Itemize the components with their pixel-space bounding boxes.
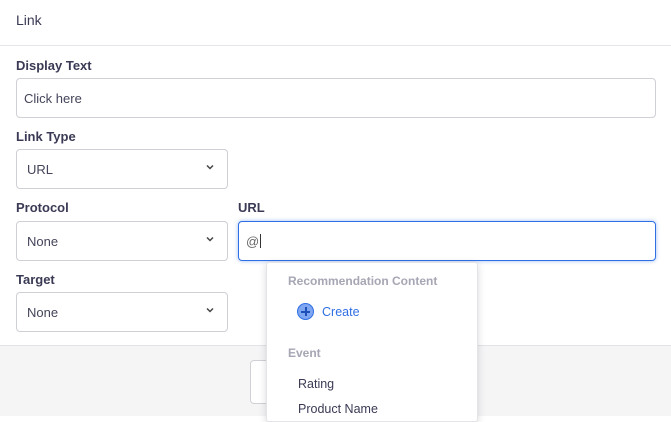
link-type-label: Link Type <box>16 129 76 144</box>
display-text-value: Click here <box>24 91 82 106</box>
display-text-input[interactable]: Click here <box>16 78 656 118</box>
protocol-label: Protocol <box>16 200 69 215</box>
link-type-value: URL <box>27 162 54 177</box>
dialog-title: Link <box>16 12 42 28</box>
link-type-select[interactable]: URL <box>16 149 228 189</box>
chevron-down-icon <box>206 164 214 170</box>
display-text-label: Display Text <box>16 58 92 73</box>
target-select[interactable]: None <box>16 292 228 332</box>
text-caret <box>260 234 262 248</box>
mention-dropdown: Recommendation Content Create Event Rati… <box>266 262 478 422</box>
url-label: URL <box>238 200 265 215</box>
section-recommendation-content: Recommendation Content <box>288 274 438 288</box>
dialog-header: Link <box>0 0 671 46</box>
create-label: Create <box>322 304 360 319</box>
section-event: Event <box>288 346 321 360</box>
dropdown-item-rating[interactable]: Rating <box>298 377 334 391</box>
protocol-value: None <box>27 234 59 249</box>
protocol-select[interactable]: None <box>16 221 228 261</box>
target-value: None <box>27 305 59 320</box>
dropdown-item-product-name[interactable]: Product Name <box>298 402 378 416</box>
create-option[interactable]: Create <box>297 303 360 320</box>
url-input[interactable]: @ <box>238 221 656 261</box>
target-label: Target <box>16 272 55 287</box>
plus-circle-icon <box>297 303 314 320</box>
chevron-down-icon <box>206 236 214 242</box>
chevron-down-icon <box>206 307 214 313</box>
url-value: @ <box>246 234 260 249</box>
